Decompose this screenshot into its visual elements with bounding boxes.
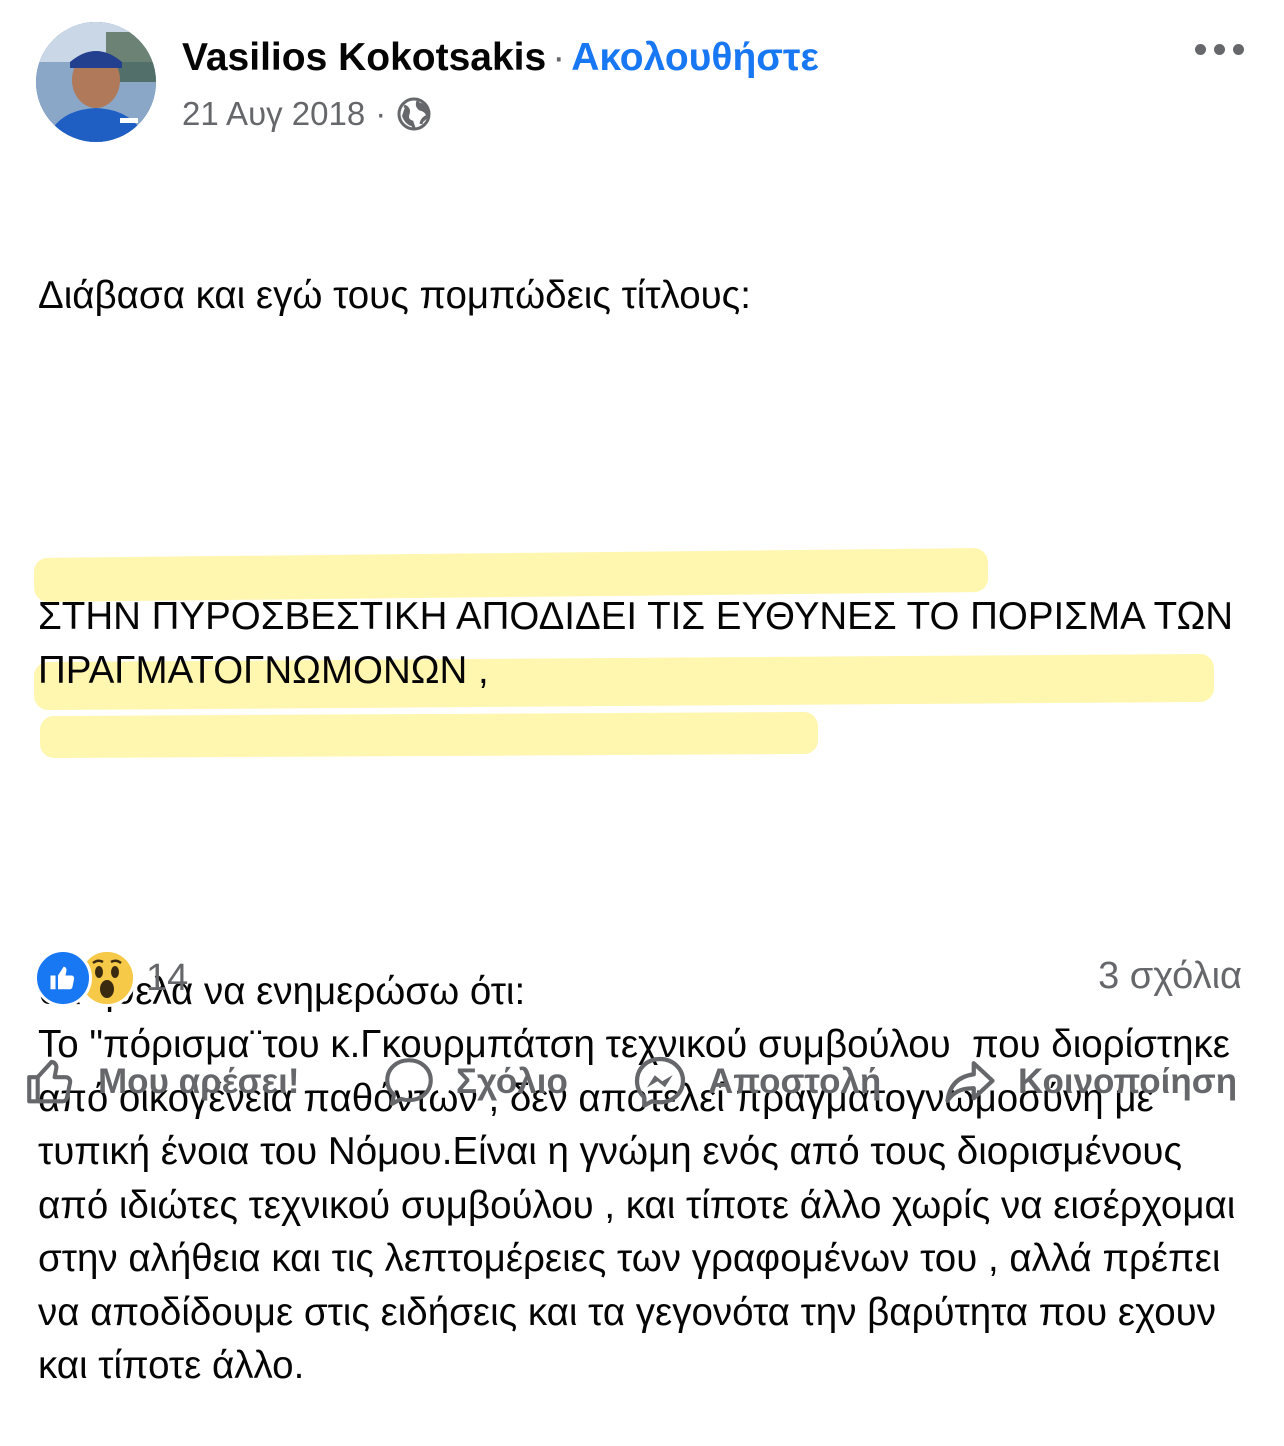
comments-count[interactable]: 3 σχόλια xyxy=(1098,955,1242,998)
action-bar: Μου αρέσει! Σχόλιο Αποστολή Κοινοποίηση xyxy=(0,1046,1284,1118)
avatar-photo xyxy=(36,22,156,142)
like-icon xyxy=(34,949,92,1007)
post-paragraph xyxy=(38,804,1258,858)
author-line: Vasilios Kokotsakis · Ακολουθήστε xyxy=(182,34,819,82)
send-button[interactable]: Αποστολή xyxy=(630,1046,881,1118)
post-body: Διάβασα και εγώ τους πομπώδεις τίτλους: … xyxy=(38,162,1258,1446)
post-meta: 21 Αυγ 2018 · xyxy=(182,94,432,134)
author-name[interactable]: Vasilios Kokotsakis xyxy=(182,36,546,79)
comment-icon xyxy=(385,1058,433,1106)
thumbs-up-icon xyxy=(27,1059,73,1104)
share-icon xyxy=(945,1061,995,1103)
reaction-count: 14 xyxy=(146,956,189,999)
author-avatar[interactable] xyxy=(36,22,156,142)
post-paragraph: ΣΤΗΝ ΠΥΡΟΣΒΕΣΤΙΚΗ ΑΠΟΔΙΔΕΙ ΤΙΣ ΕΥΘΥΝΕΣ Τ… xyxy=(38,595,1244,692)
name-separator: · xyxy=(552,36,566,79)
post-date[interactable]: 21 Αυγ 2018 xyxy=(182,94,365,134)
follow-button[interactable]: Ακολουθήστε xyxy=(571,36,819,79)
comment-label: Σχόλιο xyxy=(456,1062,568,1101)
send-label: Αποστολή xyxy=(708,1062,882,1101)
date-separator: · xyxy=(375,95,387,132)
share-label: Κοινοποίηση xyxy=(1018,1062,1238,1101)
globe-icon xyxy=(397,97,431,131)
like-label: Μου αρέσει! xyxy=(98,1062,300,1101)
messenger-icon xyxy=(634,1056,686,1108)
like-button[interactable]: Μου αρέσει! xyxy=(22,1046,300,1118)
post-paragraph: Διάβασα και εγώ τους πομπώδεις τίτλους: xyxy=(38,274,751,317)
post-paragraph: θα ήθελα να ενημερώσω ότι: Το "πόρισμα¨τ… xyxy=(38,969,1236,1388)
reactions-summary[interactable]: 14 xyxy=(34,949,188,1007)
comment-button[interactable]: Σχόλιο xyxy=(380,1046,568,1118)
post-paragraph xyxy=(38,430,1258,484)
share-button[interactable]: Κοινοποίηση xyxy=(940,1046,1237,1118)
more-options-icon[interactable] xyxy=(1195,44,1244,55)
